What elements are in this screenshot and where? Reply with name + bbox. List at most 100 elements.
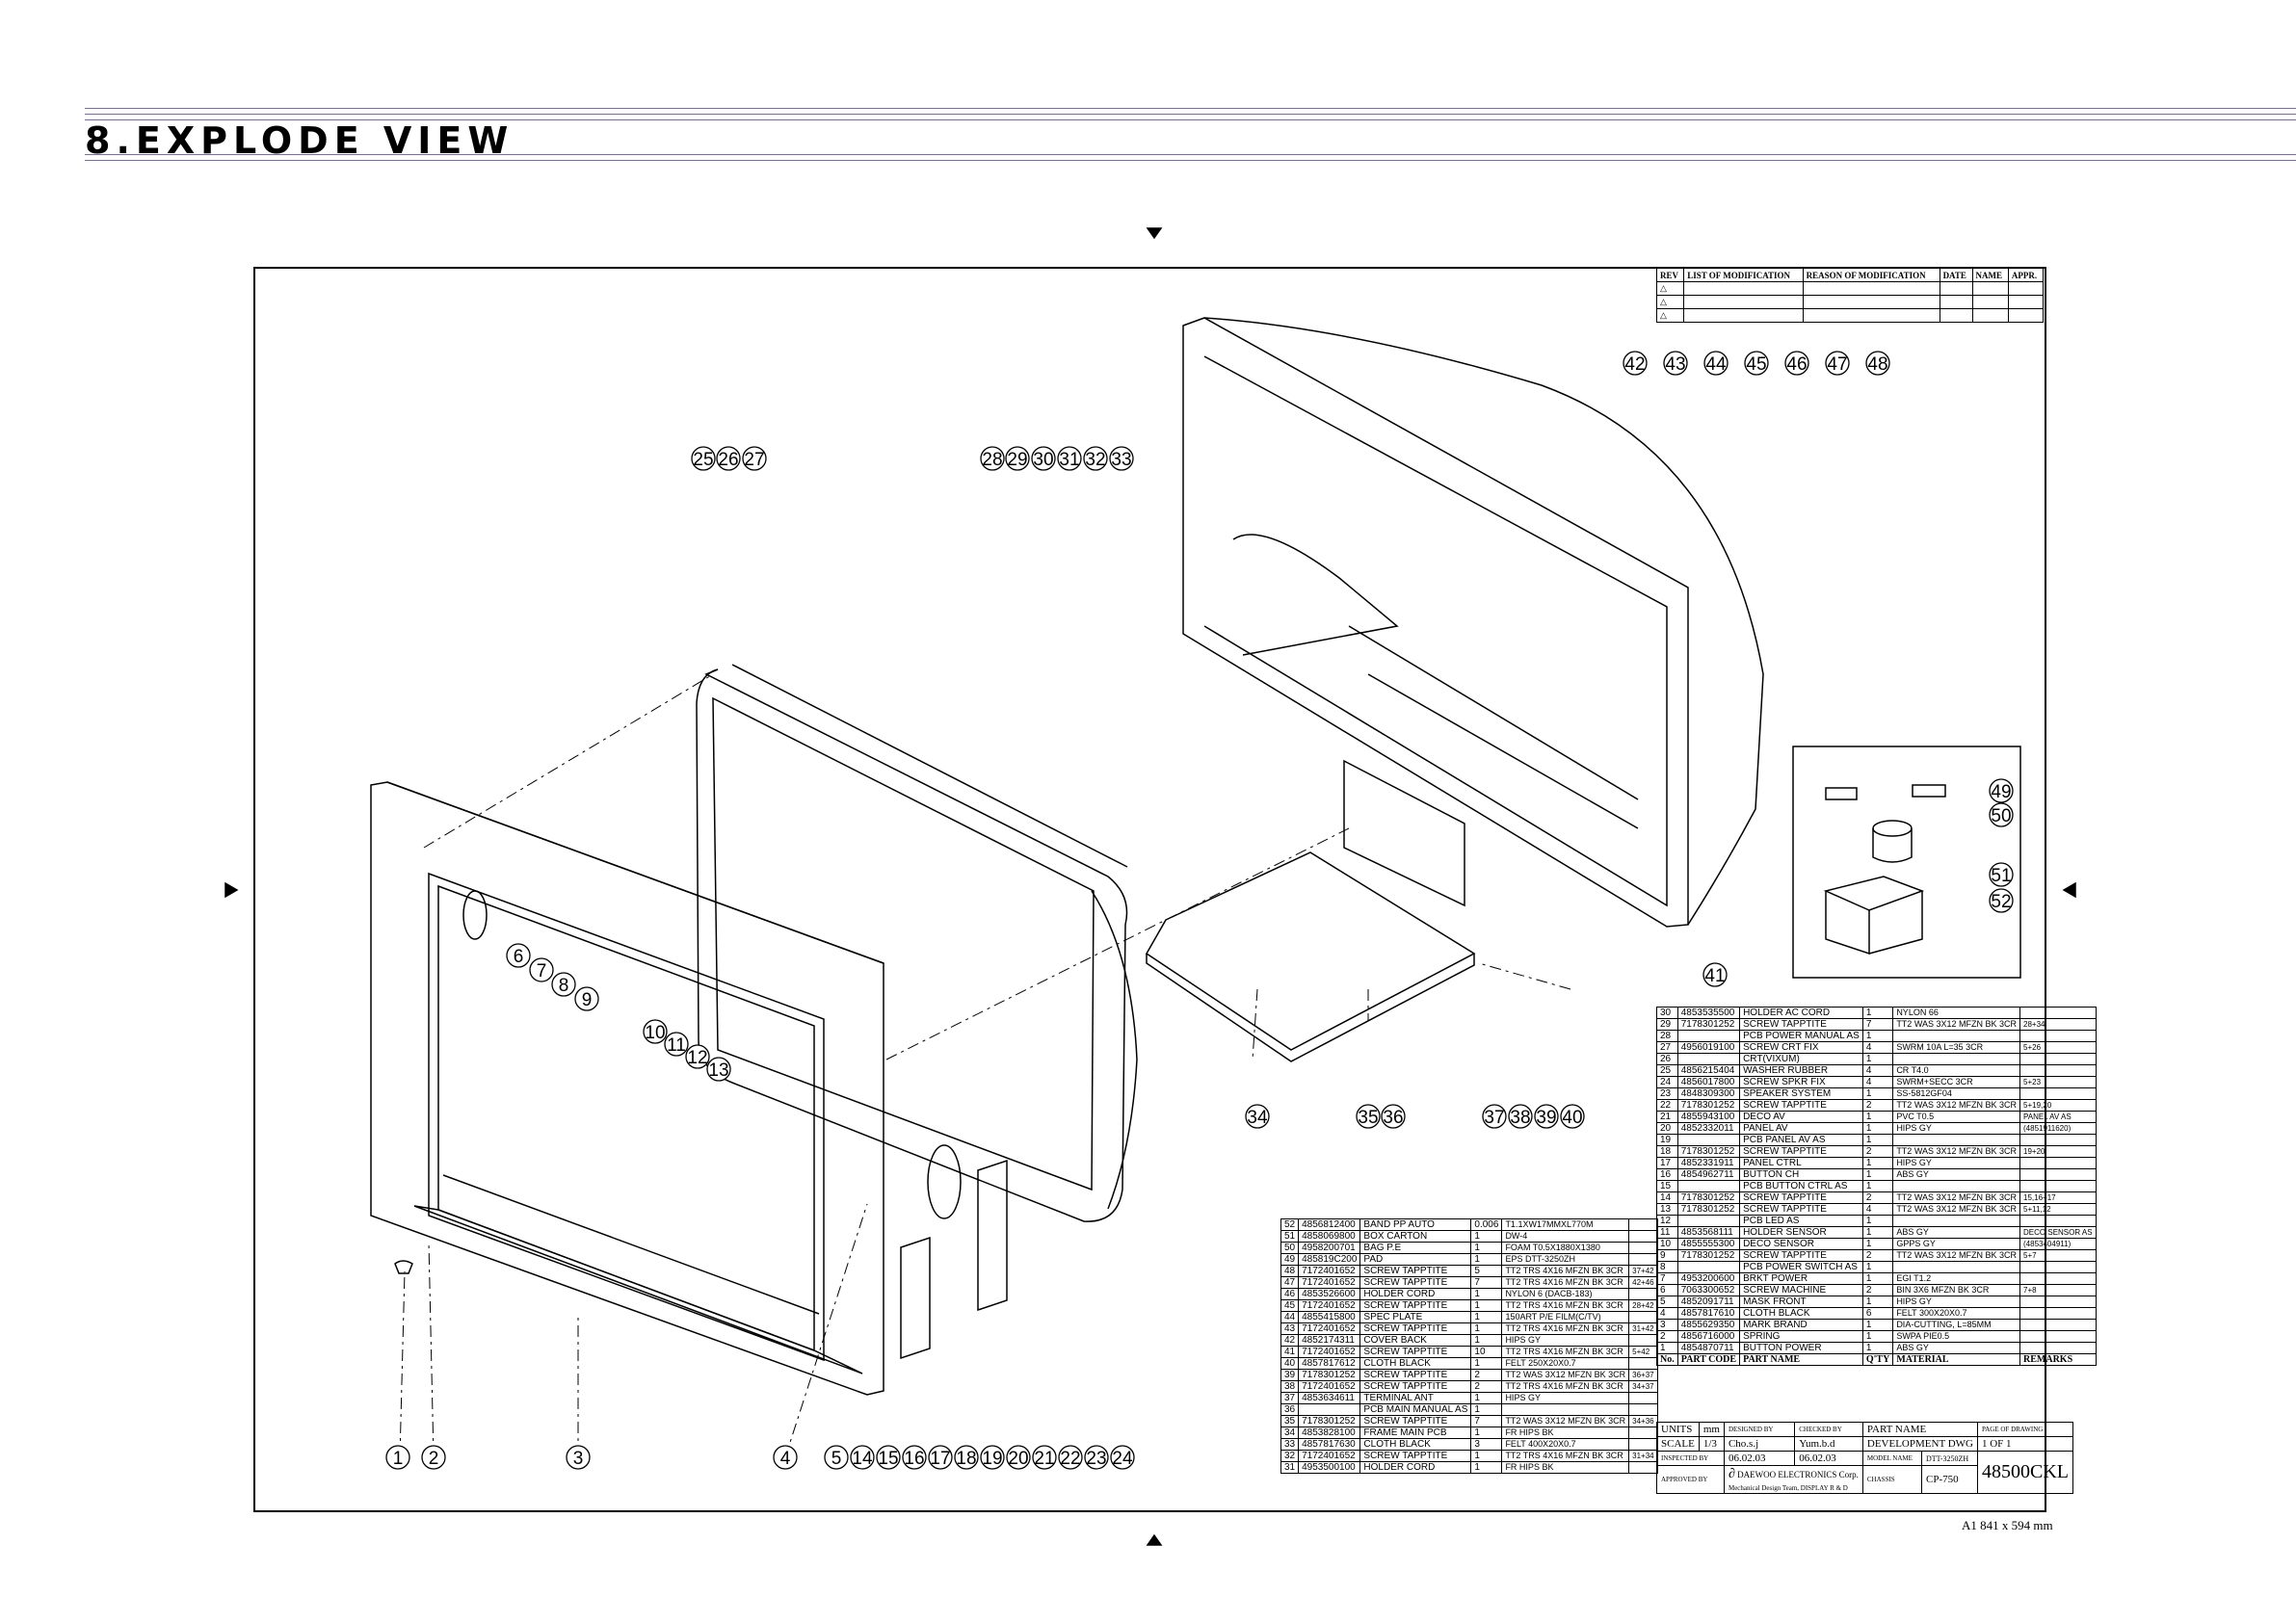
parts-cell: PCB POWER SWITCH AS: [1739, 1261, 1863, 1273]
parts-cell: NYLON 6 (DACB-183): [1501, 1288, 1630, 1300]
parts-row: 43 7172401652 SCREW TAPPTITE 1 TT2 TRS 4X16 …: [1280, 1322, 1658, 1335]
checker: Yum.b.d: [1794, 1436, 1863, 1452]
parts-cell: [2019, 1307, 2097, 1320]
revision-cell: [1802, 295, 1940, 309]
revision-header: LIST OF MODIFICATION: [1683, 268, 1804, 282]
parts-cell: SCREW MACHINE: [1739, 1284, 1863, 1296]
parts-cell: 15,16+17: [2019, 1191, 2097, 1204]
parts-cell: FRAME MAIN PCB: [1359, 1427, 1472, 1439]
parts-cell: [1628, 1311, 1658, 1323]
parts-cell: 28+34: [2019, 1018, 2097, 1031]
page-label: PAGE OF DRAWING: [1976, 1422, 2073, 1437]
parts-cell: 19: [1656, 1134, 1678, 1146]
company-label: DAEWOO ELECTRONICS Corp.: [1737, 1470, 1859, 1479]
parts-cell: [1892, 1030, 2021, 1042]
parts-row: 23 4848309300 SPEAKER SYSTEM 1 SS-5812GF04: [1656, 1087, 2097, 1100]
parts-cell: SCREW TAPPTITE: [1739, 1191, 1863, 1204]
parts-row: 20 4852332011 PANEL AV 1 HIPS GY (4851911620): [1656, 1122, 2097, 1135]
parts-cell: TT2 WAS 3X12 MFZN BK 3CR: [1892, 1145, 2021, 1158]
parts-cell: HOLDER SENSOR: [1739, 1226, 1863, 1239]
parts-cell: ABS GY: [1892, 1168, 2021, 1181]
parts-cell: PANEL AV: [1739, 1122, 1863, 1135]
parts-cell: 33: [1280, 1438, 1300, 1451]
parts-cell: 5+11,12: [2019, 1203, 2097, 1216]
parts-row: 8 PCB POWER SWITCH AS 1: [1656, 1261, 2097, 1273]
parts-cell: 1: [1861, 1319, 1894, 1331]
parts-cell: 4: [1861, 1076, 1894, 1088]
parts-cell: 1: [1470, 1450, 1503, 1462]
parts-cell: MASK FRONT: [1739, 1296, 1863, 1308]
parts-cell: 1: [1861, 1215, 1894, 1227]
center-arrow-bottom: [1146, 1533, 1163, 1546]
inspected-by-label: INSPECTED BY: [1656, 1451, 1725, 1466]
parts-cell: BAG P.E: [1359, 1242, 1472, 1254]
parts-row: 9 7178301252 SCREW TAPPTITE 2 TT2 WAS 3X12 M…: [1656, 1249, 2097, 1262]
parts-cell: TERMINAL ANT: [1359, 1392, 1472, 1404]
parts-cell: 34+36: [1628, 1415, 1658, 1427]
parts-cell: HOLDER AC CORD: [1739, 1007, 1863, 1019]
parts-cell: [1628, 1288, 1658, 1300]
parts-cell: 7178301252: [1676, 1191, 1741, 1204]
daewoo-logo-icon: ∂: [1728, 1467, 1735, 1481]
scale-label: SCALE: [1656, 1436, 1700, 1452]
parts-cell: 1: [1861, 1226, 1894, 1239]
approved-by-label: APPROVED BY: [1656, 1465, 1725, 1494]
parts-cell: 1: [1470, 1253, 1503, 1266]
parts-row: 24 4856017800 SCREW SPKR FIX 4 SWRM+SECC 3CR…: [1656, 1076, 2097, 1088]
parts-cell: SCREW TAPPTITE: [1739, 1145, 1863, 1158]
parts-cell: 1: [1861, 1157, 1894, 1169]
date-checked: 06.02.03: [1794, 1451, 1863, 1466]
parts-cell: 150ART P/E FILM(C/TV): [1501, 1311, 1630, 1323]
parts-cell: 4856716000: [1676, 1330, 1741, 1343]
parts-cell: 31+34: [1628, 1450, 1658, 1462]
parts-cell: 24: [1656, 1076, 1678, 1088]
parts-cell: [1628, 1242, 1658, 1254]
parts-cell: [2019, 1215, 2097, 1227]
parts-cell: SPEAKER SYSTEM: [1739, 1087, 1863, 1100]
parts-cell: 36: [1280, 1403, 1300, 1416]
parts-list-right: 30 4853535500 HOLDER AC CORD 1 NYLON 66 29 717…: [1656, 1007, 2097, 1366]
sheet-size: A1 841 x 594 mm: [1962, 1518, 2053, 1532]
parts-cell: SCREW TAPPTITE: [1359, 1415, 1472, 1427]
parts-header: PART CODE: [1676, 1353, 1741, 1366]
parts-cell: 23: [1656, 1087, 1678, 1100]
parts-cell: WASHER RUBBER: [1739, 1064, 1863, 1077]
parts-cell: 1: [1470, 1427, 1503, 1439]
parts-cell: TT2 TRS 4X16 MFZN BK 3CR: [1501, 1346, 1630, 1358]
parts-row: 41 7172401652 SCREW TAPPTITE 10 TT2 TRS 4X16…: [1280, 1346, 1658, 1358]
checked-by-label: CHECKED BY: [1794, 1422, 1863, 1437]
parts-cell: 14: [1656, 1191, 1678, 1204]
parts-cell: 7: [1656, 1272, 1678, 1285]
parts-cell: 35: [1280, 1415, 1300, 1427]
parts-cell: [2019, 1157, 2097, 1169]
parts-list-left: 52 4856812400 BAND PP AUTO 0.006 T1.1XW17MMX…: [1280, 1218, 1658, 1474]
revision-cell: [2007, 295, 2045, 309]
parts-cell: 2: [1470, 1380, 1503, 1393]
parts-cell: [2019, 1087, 2097, 1100]
revision-header: APPR.: [2007, 268, 2045, 282]
parts-cell: 1: [1470, 1357, 1503, 1370]
parts-cell: 2: [1861, 1249, 1894, 1262]
parts-cell: 1: [1861, 1111, 1894, 1123]
parts-cell: 4853535500: [1676, 1007, 1741, 1019]
parts-cell: PCB BUTTON CTRL AS: [1739, 1180, 1863, 1192]
parts-cell: 44: [1280, 1311, 1300, 1323]
parts-row: 18 7178301252 SCREW TAPPTITE 2 TT2 WAS 3X12 …: [1656, 1145, 2097, 1158]
parts-cell: SWRM 10A L=35 3CR: [1892, 1041, 2021, 1054]
parts-cell: SCREW TAPPTITE: [1739, 1203, 1863, 1216]
revision-header: NAME: [1971, 268, 2009, 282]
parts-cell: SCREW TAPPTITE: [1739, 1249, 1863, 1262]
parts-row: 16 4854962711 BUTTON CH 1 ABS GY: [1656, 1168, 2097, 1181]
parts-row: 1 4854870711 BUTTON POWER 1 ABS GY: [1656, 1342, 2097, 1354]
parts-cell: BIN 3X6 MFZN BK 3CR: [1892, 1284, 2021, 1296]
parts-cell: 4953200600: [1676, 1272, 1741, 1285]
parts-cell: [2019, 1064, 2097, 1077]
parts-cell: 1: [1861, 1238, 1894, 1250]
revision-cell: [1939, 281, 1973, 296]
parts-cell: EGI T1.2: [1892, 1272, 2021, 1285]
parts-cell: 32: [1280, 1450, 1300, 1462]
parts-cell: [1892, 1261, 2021, 1273]
parts-cell: [1892, 1134, 2021, 1146]
parts-row: 42 4852174311 COVER BACK 1 HIPS GY: [1280, 1334, 1658, 1347]
parts-cell: 4853568111: [1676, 1226, 1741, 1239]
